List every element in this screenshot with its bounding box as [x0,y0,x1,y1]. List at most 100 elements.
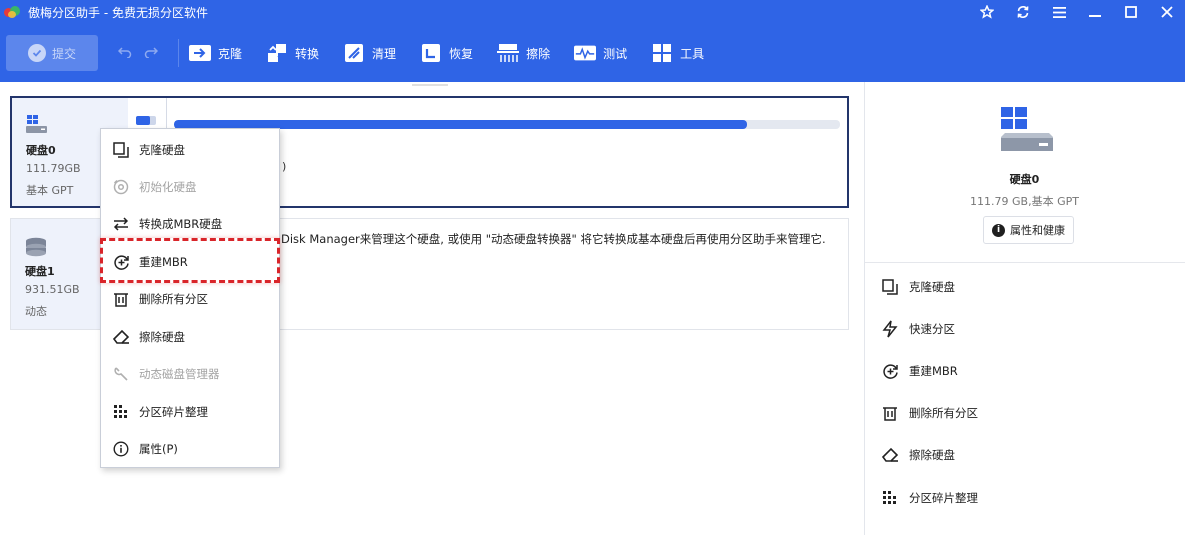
trash-icon [880,403,900,423]
eraser-icon [111,327,131,347]
initialize-icon [111,177,131,197]
properties-health-button[interactable]: i 属性和健康 [983,216,1074,244]
menu-icon[interactable] [1041,0,1077,24]
partition-label-tail: ) [282,160,287,173]
minimize-icon[interactable] [1077,0,1113,24]
menu-item-label: 删除所有分区 [139,292,208,306]
menu-item-dynamic-disk-manager[interactable]: 动态磁盘管理器 [101,355,279,393]
windows-disk-icon [26,114,48,137]
info-icon [111,439,131,459]
toolbar-clone-label: 克隆 [218,46,243,61]
toolbar-clean[interactable]: 清理 [343,43,396,63]
undo-icon[interactable] [117,44,132,62]
action-label: 删除所有分区 [909,406,978,420]
toolbar-clean-label: 清理 [372,46,397,61]
toolbar-separator [178,39,179,67]
small-partition-bar [136,116,156,125]
toolbar-restore-label: 恢复 [449,46,474,61]
menu-item-label: 分区碎片整理 [139,405,208,419]
disk-1-name: 硬盘1 [25,265,55,278]
clean-icon [343,43,365,63]
action-defrag[interactable]: 分区碎片整理 [880,486,978,510]
maximize-icon[interactable] [1113,0,1149,24]
lightning-icon [880,319,900,339]
action-label: 重建MBR [909,364,958,378]
wrench-icon [111,364,131,384]
menu-item-label: 属性(P) [139,442,178,456]
menu-item-label: 动态磁盘管理器 [139,367,220,381]
action-label: 擦除硬盘 [909,448,955,462]
rebuild-mbr-icon [880,361,900,381]
refresh-icon[interactable] [1005,0,1041,24]
toolbar-tools[interactable]: 工具 [651,43,704,63]
title-bar: 傲梅分区助手 - 免费无损分区软件 [0,0,1185,24]
action-rebuild-mbr[interactable]: 重建MBR [880,359,958,383]
defrag-icon [111,402,131,422]
trash-icon [111,289,131,309]
properties-health-label: 属性和健康 [1010,224,1065,237]
toolbar-restore[interactable]: 恢复 [420,43,473,63]
disk-large-icon [999,105,1055,156]
context-menu: 克隆硬盘 初始化硬盘 转换成MBR硬盘 重建MBR 删除所有分区 擦除硬盘 动态… [100,128,280,468]
disk-0-name: 硬盘0 [26,144,56,157]
disk-0-size: 111.79GB [26,162,81,175]
info-icon: i [992,223,1005,237]
app-logo-icon [4,5,22,19]
clone-disk-icon [880,277,900,297]
app-title: 傲梅分区助手 - 免费无损分区软件 [28,5,208,20]
toolbar-wipe[interactable]: 擦除 [497,43,550,63]
star-icon[interactable] [969,0,1005,24]
dynamic-disk-message: Disk Manager来管理这个硬盘, 或使用 "动态硬盘转换器" 将它转换成… [281,232,826,246]
convert-mbr-icon [111,214,131,234]
menu-item-label: 克隆硬盘 [139,143,185,157]
wipe-icon [497,43,520,63]
action-label: 快速分区 [909,322,955,336]
restore-icon [420,43,442,63]
toolbar-convert-label: 转换 [295,46,320,61]
action-clone-disk[interactable]: 克隆硬盘 [880,275,955,299]
disk-0-type: 基本 GPT [26,184,74,197]
menu-item-label: 转换成MBR硬盘 [139,217,223,231]
undo-redo [117,44,159,62]
tools-icon [651,43,673,63]
menu-item-label: 初始化硬盘 [139,180,197,194]
eraser-icon [880,445,900,465]
close-icon[interactable] [1149,0,1185,24]
splitter-handle[interactable] [412,84,448,86]
disk-icon [25,237,47,260]
menu-item-wipe-disk[interactable]: 擦除硬盘 [101,318,279,356]
window-controls [969,0,1185,24]
right-panel-disk-name: 硬盘0 [1009,173,1040,186]
menu-item-initialize-disk[interactable]: 初始化硬盘 [101,168,279,206]
panel-divider [864,82,865,535]
clone-disk-icon [111,140,131,160]
menu-item-delete-all-partitions[interactable]: 删除所有分区 [101,280,279,318]
toolbar-clone[interactable]: 克隆 [189,43,242,63]
menu-item-properties[interactable]: 属性(P) [101,430,279,468]
action-label: 分区碎片整理 [909,491,978,505]
toolbar: 提交 克隆 转换 清理 恢复 擦除 测试 工具 [0,24,1185,82]
test-icon [574,43,597,63]
submit-button[interactable]: 提交 [6,35,98,71]
submit-label: 提交 [51,46,76,61]
right-panel-separator [865,262,1185,263]
toolbar-tools-label: 工具 [680,46,705,61]
disk-1-size: 931.51GB [25,283,80,296]
redo-icon[interactable] [144,44,159,62]
convert-icon [266,43,288,63]
toolbar-test-label: 测试 [603,46,628,61]
toolbar-convert[interactable]: 转换 [266,43,319,63]
toolbar-wipe-label: 擦除 [526,46,551,61]
highlight-box [100,238,280,283]
menu-item-defrag[interactable]: 分区碎片整理 [101,393,279,431]
menu-item-label: 擦除硬盘 [139,330,185,344]
action-quick-partition[interactable]: 快速分区 [880,317,955,341]
disk-1-type: 动态 [25,305,47,318]
defrag-icon [880,488,900,508]
clone-icon [189,43,211,63]
menu-item-clone-disk[interactable]: 克隆硬盘 [101,131,279,169]
toolbar-test[interactable]: 测试 [574,43,627,63]
action-wipe-disk[interactable]: 擦除硬盘 [880,443,955,467]
check-icon [27,44,46,62]
action-delete-all-partitions[interactable]: 删除所有分区 [880,401,978,425]
